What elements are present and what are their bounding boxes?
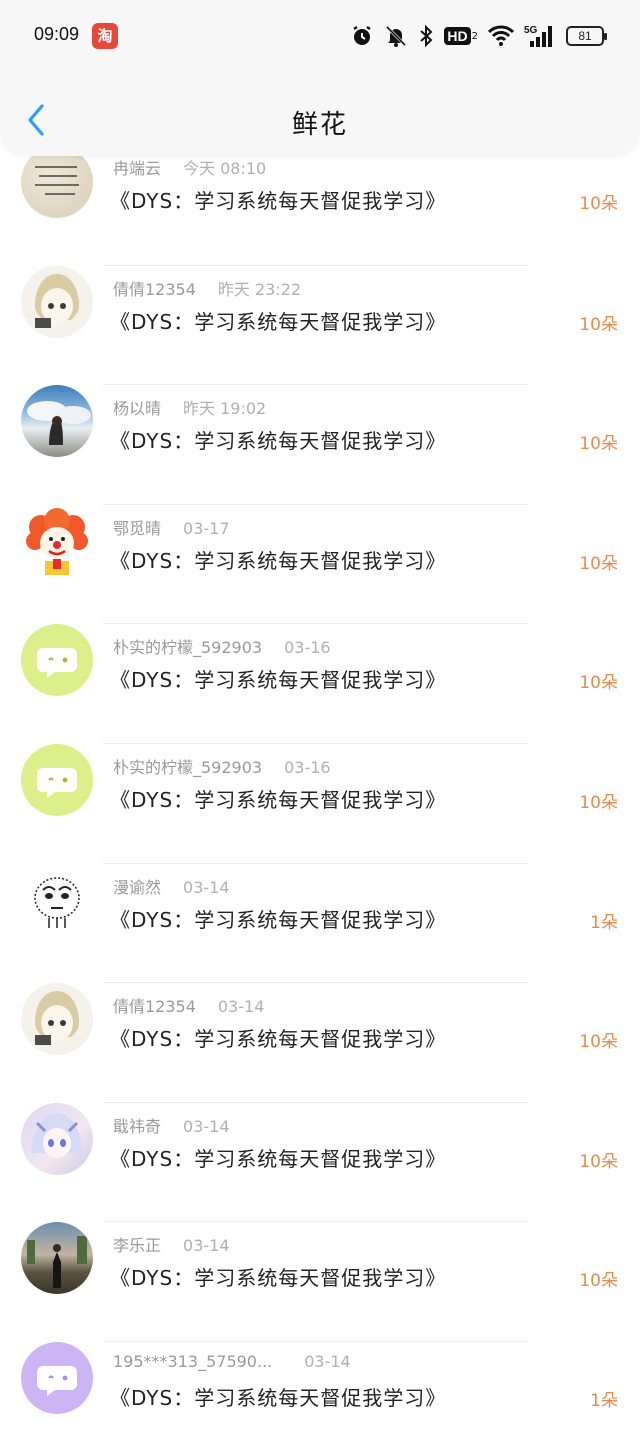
book-title: 《DYS：学习系统每天督促我学习》: [110, 1027, 447, 1052]
list-item[interactable]: 倩倩12354 03-14 《DYS：学习系统每天督促我学习》 10朵: [0, 983, 640, 1103]
book-title: 《DYS：学习系统每天督促我学习》: [110, 189, 447, 213]
avatar[interactable]: [21, 146, 93, 218]
hd-icon: HD 2: [444, 22, 478, 50]
sender-meta: 195***313_57590... 03-14: [113, 1352, 351, 1371]
sender-name: 漫谕然: [113, 877, 162, 897]
book-title: 《DYS：学习系统每天督促我学习》: [110, 668, 447, 693]
book-title: 《DYS：学习系统每天督促我学习》: [110, 309, 447, 334]
list-item[interactable]: 朴实的柠檬_592903 03-16 《DYS：学习系统每天督促我学习》 10朵: [0, 743, 640, 864]
alarm-icon: [350, 22, 374, 50]
avatar[interactable]: [21, 983, 93, 1056]
list-item[interactable]: 李乐正 03-14 《DYS：学习系统每天督促我学习》 10朵: [0, 1222, 640, 1342]
flower-count: 10朵: [579, 673, 618, 694]
list-item[interactable]: 195***313_57590... 03-14 《DYS：学习系统每天督促我学习…: [0, 1341, 640, 1429]
avatar[interactable]: [21, 504, 93, 577]
sender-meta: 漫谕然 03-14: [113, 874, 230, 898]
book-title: 《DYS：学习系统每天督促我学习》: [110, 907, 447, 932]
sender-name: 戢祎奇: [113, 1116, 162, 1136]
list-item[interactable]: 鄂觅晴 03-17 《DYS：学习系统每天督促我学习》 10朵: [0, 504, 640, 625]
list-item[interactable]: 朴实的柠檬_592903 03-16 《DYS：学习系统每天督促我学习》 10朵: [0, 624, 640, 744]
flower-count: 1朵: [590, 1390, 618, 1411]
avatar[interactable]: [21, 1102, 93, 1175]
list-item[interactable]: 冉端云 今天 08:10 《DYS：学习系统每天督促我学习》 10朵: [0, 146, 640, 266]
battery-indicator: 81: [566, 26, 607, 46]
flower-count: 1朵: [590, 912, 618, 933]
sender-name: 倩倩12354: [113, 997, 196, 1017]
book-title: 《DYS：学习系统每天督促我学习》: [110, 1146, 447, 1171]
mute-bell-icon: [384, 22, 408, 50]
sender-meta: 戢祎奇 03-14: [113, 1113, 230, 1137]
list-item[interactable]: 戢祎奇 03-14 《DYS：学习系统每天督促我学习》 10朵: [0, 1102, 640, 1223]
sender-name: 朴实的柠檬_592903: [113, 757, 263, 777]
avatar[interactable]: [21, 863, 93, 936]
flower-count: 10朵: [579, 553, 618, 574]
gift-time: 昨天 23:22: [217, 279, 302, 299]
list-item[interactable]: 杨以晴 昨天 19:02 《DYS：学习系统每天督促我学习》 10朵: [0, 385, 640, 505]
flower-count: 10朵: [579, 1032, 618, 1053]
header: 09:09 淘 HD 2 5G 81 鲜花: [0, 0, 640, 156]
status-time: 09:09: [34, 24, 80, 44]
sender-meta: 鄂觅晴 03-17: [113, 515, 230, 539]
avatar[interactable]: [21, 265, 93, 338]
gift-time: 03-14: [183, 877, 230, 897]
sender-meta: 倩倩12354 昨天 23:22: [113, 276, 301, 300]
taobao-app-icon: 淘: [92, 23, 118, 49]
gift-time: 03-16: [284, 757, 331, 777]
sender-meta: 倩倩12354 03-14: [113, 993, 264, 1017]
sender-name: 李乐正: [113, 1236, 162, 1256]
flower-count: 10朵: [579, 1271, 618, 1292]
book-title: 《DYS：学习系统每天督促我学习》: [110, 429, 447, 454]
flower-count: 10朵: [579, 194, 618, 214]
avatar[interactable]: [21, 743, 93, 816]
sender-name: 鄂觅晴: [113, 518, 162, 538]
avatar[interactable]: [21, 624, 93, 697]
sender-meta: 杨以晴 昨天 19:02: [113, 395, 266, 419]
page-title: 鲜花: [291, 110, 348, 140]
status-icons: HD 2 5G 81: [350, 20, 607, 52]
wifi-icon: [488, 22, 514, 50]
flower-count: 10朵: [579, 434, 618, 455]
avatar[interactable]: [21, 1222, 93, 1295]
avatar[interactable]: [21, 1341, 93, 1414]
flower-count: 10朵: [579, 1151, 618, 1172]
sender-name: 195***313_57590...: [113, 1351, 273, 1371]
network-label: 5G: [524, 25, 538, 36]
list-item[interactable]: 倩倩12354 昨天 23:22 《DYS：学习系统每天督促我学习》 10朵: [0, 265, 640, 386]
sender-meta: 朴实的柠檬_592903 03-16: [113, 754, 331, 778]
gift-time: 03-14: [183, 1236, 230, 1256]
sender-name: 朴实的柠檬_592903: [113, 638, 263, 658]
book-title: 《DYS：学习系统每天督促我学习》: [110, 1266, 447, 1291]
signal-5g-icon: 5G: [524, 22, 556, 50]
gift-time: 03-14: [183, 1116, 230, 1136]
gift-time: 03-14: [304, 1351, 351, 1371]
gift-time: 03-16: [284, 638, 331, 658]
gift-time: 昨天 19:02: [183, 399, 267, 419]
flower-count: 10朵: [579, 314, 618, 335]
book-title: 《DYS：学习系统每天督促我学习》: [110, 1385, 447, 1410]
sender-meta: 冉端云 今天 08:10: [113, 155, 266, 179]
flower-count: 10朵: [579, 792, 618, 813]
nav-bar: 鲜花: [0, 90, 640, 150]
sender-meta: 朴实的柠檬_592903 03-16: [113, 634, 331, 658]
book-title: 《DYS：学习系统每天督促我学习》: [110, 787, 447, 812]
gift-time: 今天 08:10: [183, 159, 267, 178]
list-item[interactable]: 漫谕然 03-14 《DYS：学习系统每天督促我学习》 1朵: [0, 863, 640, 984]
sender-name: 杨以晴: [113, 399, 162, 419]
sender-meta: 李乐正 03-14: [113, 1232, 230, 1256]
sender-name: 冉端云: [113, 159, 162, 178]
book-title: 《DYS：学习系统每天督促我学习》: [110, 548, 447, 573]
avatar[interactable]: [21, 385, 93, 458]
gift-time: 03-14: [217, 997, 265, 1017]
sender-name: 倩倩12354: [113, 279, 196, 299]
gift-time: 03-17: [183, 518, 230, 538]
bluetooth-icon: [418, 22, 434, 50]
status-bar: 09:09 淘 HD 2 5G 81: [0, 0, 640, 70]
gift-list: 冉端云 今天 08:10 《DYS：学习系统每天督促我学习》 10朵 倩倩1235…: [0, 146, 640, 1429]
